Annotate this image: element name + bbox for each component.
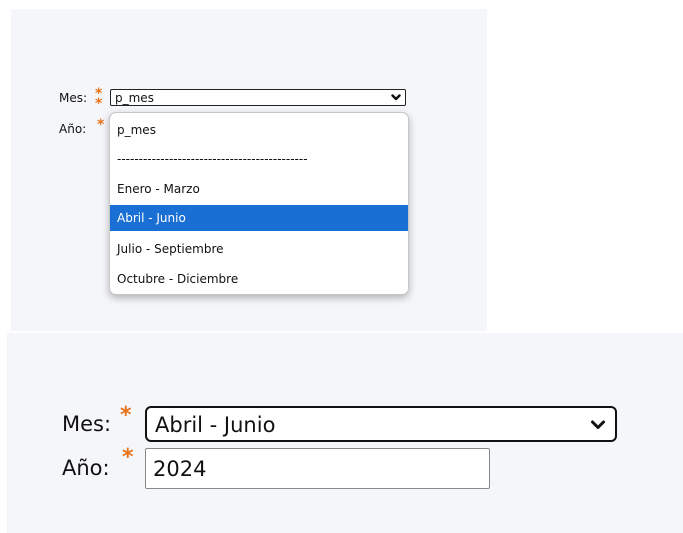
- month-select-value: p_mes: [115, 91, 154, 105]
- month-select[interactable]: p_mes: [110, 89, 406, 106]
- dropdown-option[interactable]: p_mes: [110, 117, 408, 143]
- month-label: Mes:: [62, 412, 112, 436]
- dropdown-option-highlighted[interactable]: Abril - Junio: [110, 205, 408, 231]
- required-marker: *: [122, 445, 134, 470]
- year-label: Año:: [59, 122, 87, 136]
- required-marker: *: [97, 117, 105, 133]
- required-marker: *: [95, 96, 103, 112]
- required-marker: *: [120, 403, 132, 428]
- dropdown-option[interactable]: Julio - Septiembre: [110, 236, 408, 262]
- dropdown-option[interactable]: Octubre - Diciembre: [110, 266, 408, 292]
- month-select[interactable]: Abril - Junio: [145, 406, 617, 442]
- month-select-value: Abril - Junio: [155, 413, 276, 437]
- month-dropdown-list: p_mes ----------------------------------…: [109, 112, 409, 295]
- chevron-down-icon: [391, 94, 401, 101]
- year-input[interactable]: [145, 448, 490, 489]
- month-label: Mes:: [59, 91, 88, 105]
- chevron-down-icon: [591, 420, 605, 429]
- dropdown-option[interactable]: Enero - Marzo: [110, 176, 408, 202]
- dropdown-separator: ----------------------------------------…: [117, 152, 308, 166]
- year-label: Año:: [62, 456, 110, 480]
